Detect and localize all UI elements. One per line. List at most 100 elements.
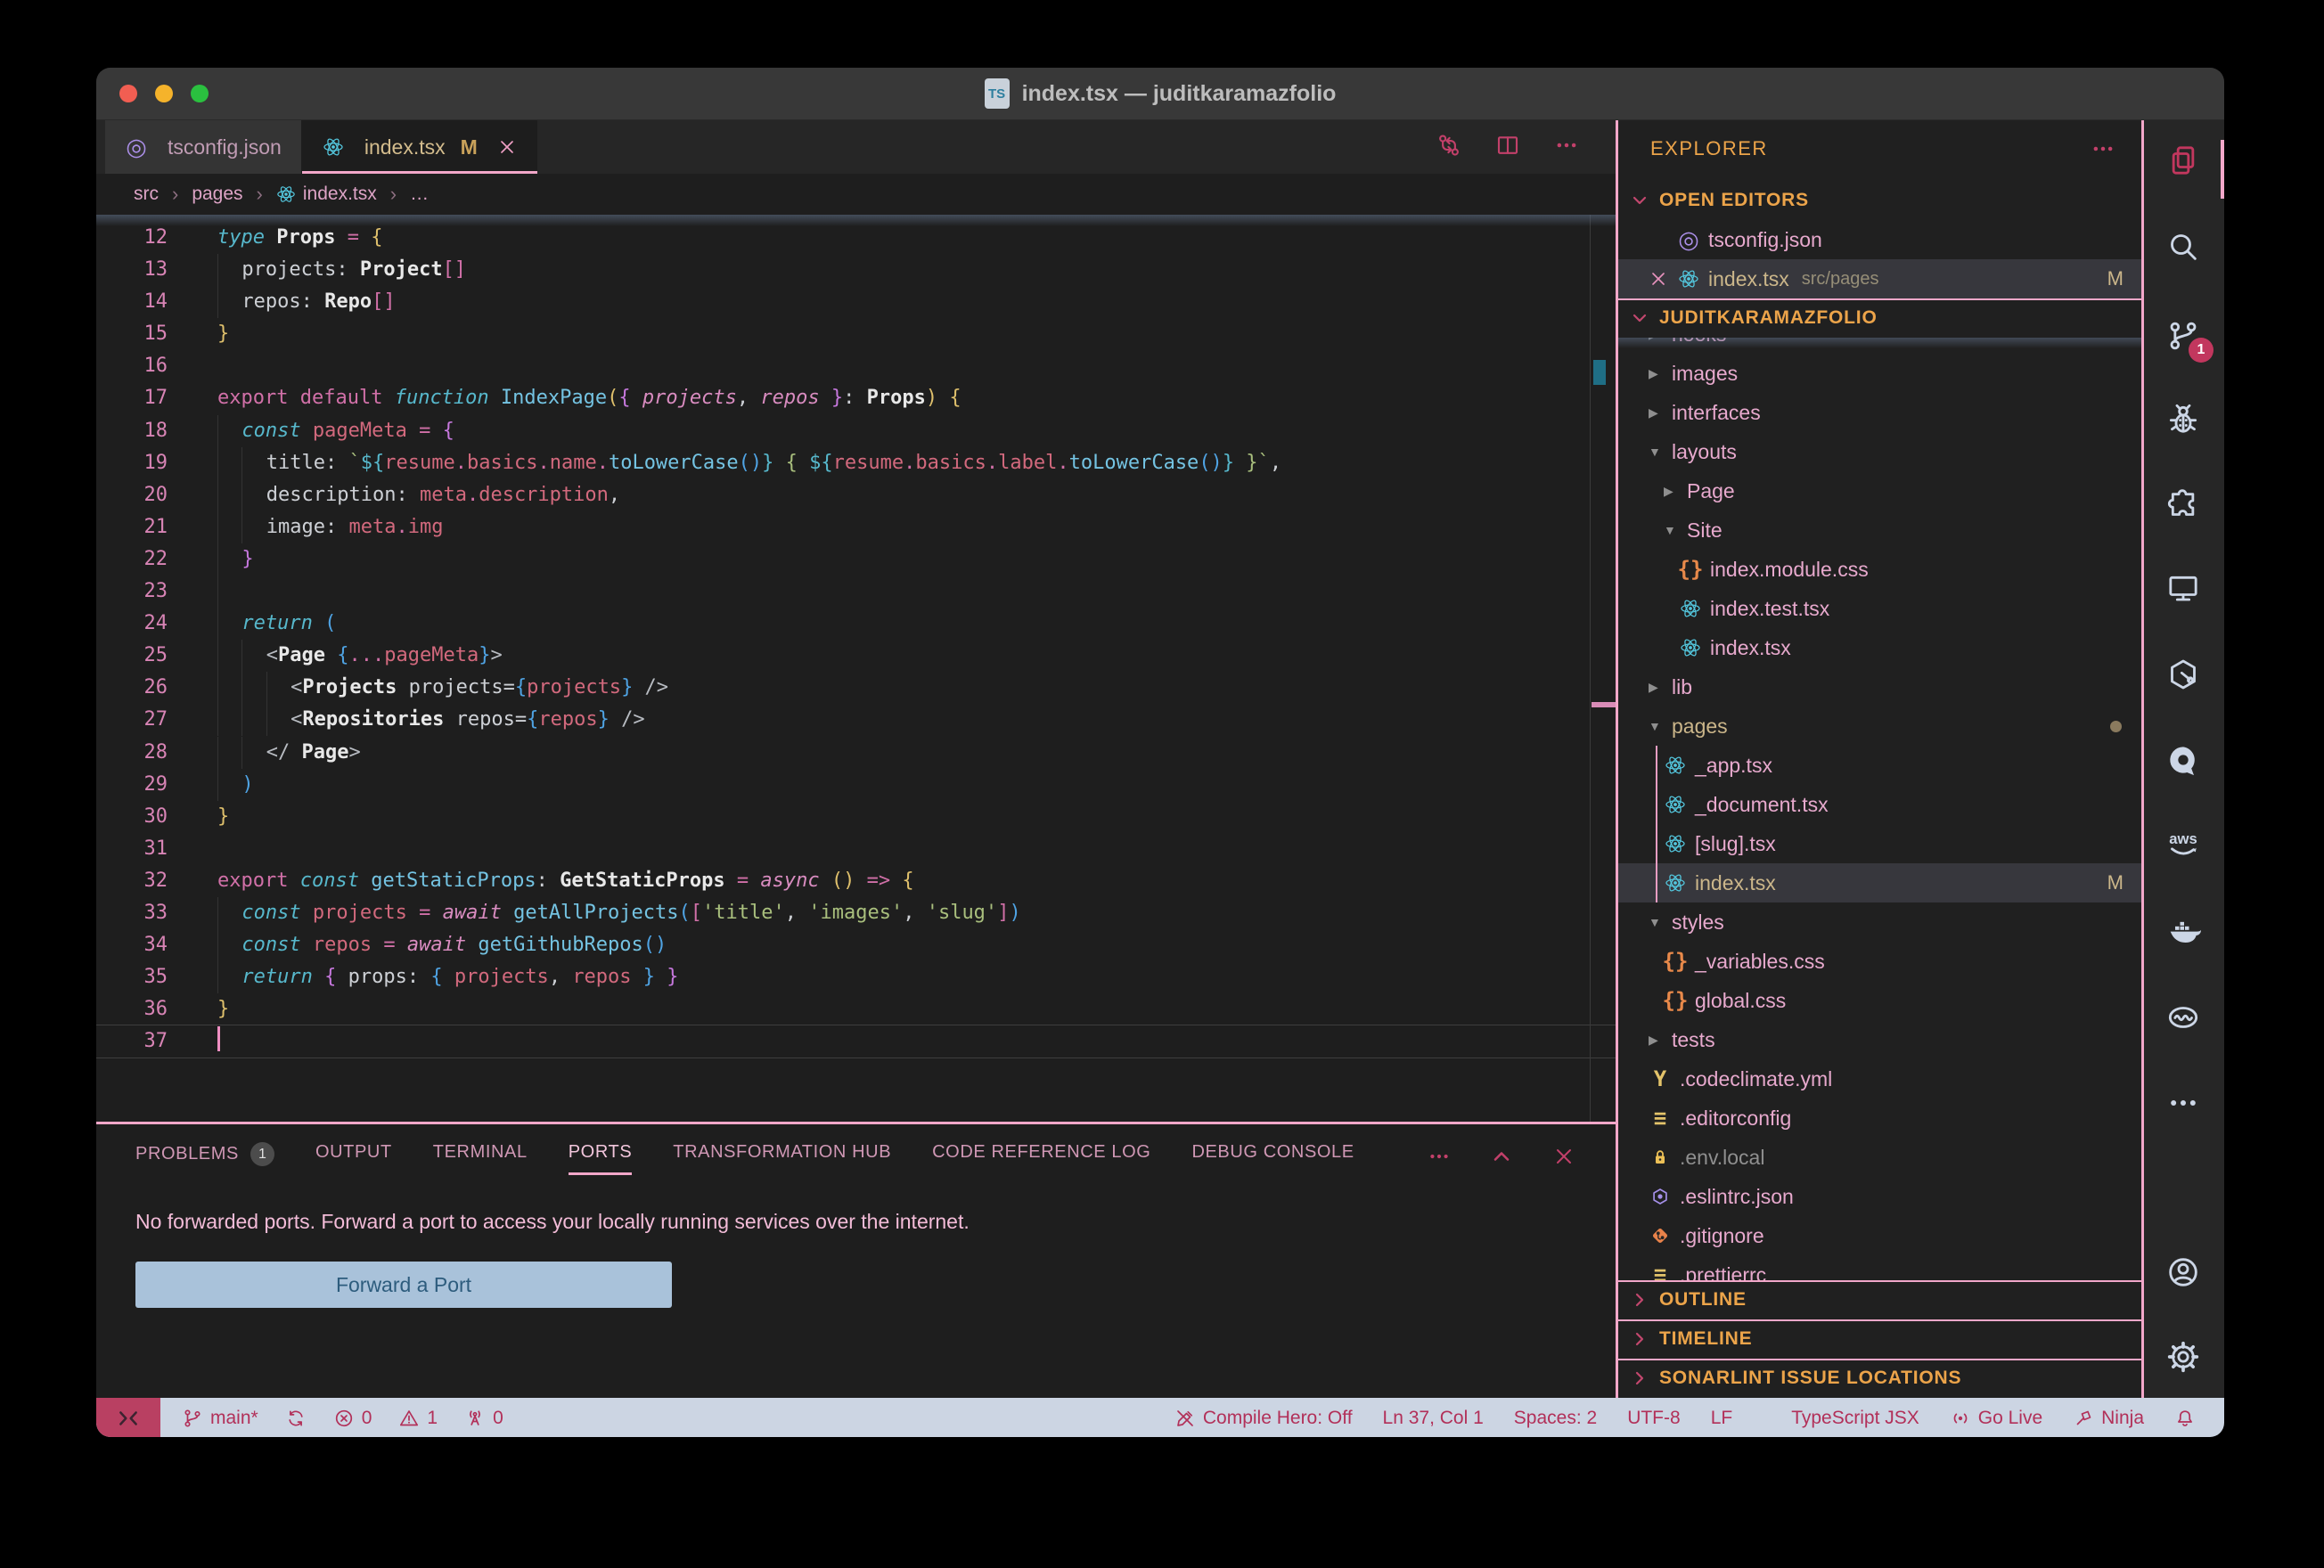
zoom-window-button[interactable] xyxy=(191,85,209,102)
tree-item-.codeclimate.yml[interactable]: Y .codeclimate.yml xyxy=(1618,1059,2141,1098)
activity-search[interactable] xyxy=(2165,229,2203,266)
tree-item-.eslintrc.json[interactable]: .eslintrc.json xyxy=(1618,1177,2141,1216)
tree-chevron-icon: ▶ xyxy=(1649,405,1672,421)
status-remote[interactable] xyxy=(96,1398,160,1437)
tree-item-pages[interactable]: ▼ pages xyxy=(1618,706,2141,746)
status-sync[interactable] xyxy=(285,1408,307,1429)
tree-item-interfaces[interactable]: ▶ interfaces xyxy=(1618,393,2141,432)
more-actions-button[interactable] xyxy=(1427,1144,1452,1173)
status-ninja[interactable]: Ninja xyxy=(2073,1408,2144,1429)
activity-hex-tool[interactable] xyxy=(2165,657,2203,694)
tree-item-_variables.css[interactable]: {} _variables.css xyxy=(1618,942,2141,981)
status-ports-status[interactable]: 0 xyxy=(464,1408,503,1429)
tree-item-styles[interactable]: ▼ styles xyxy=(1618,902,2141,942)
open-editor-tsconfig.json[interactable]: ◎ tsconfig.json xyxy=(1618,220,2141,259)
css-braces-icon: {} xyxy=(1679,558,1702,581)
tree-item-layouts[interactable]: ▼ layouts xyxy=(1618,432,2141,471)
code-editor[interactable]: 12type Props = { 13projects: Project[] 1… xyxy=(96,215,1616,1122)
line-number: 25 xyxy=(96,640,191,672)
section-outline[interactable]: OUTLINE xyxy=(1618,1280,2141,1319)
maximize-panel-button[interactable] xyxy=(1489,1144,1514,1173)
editor-group: ◎tsconfig.json index.tsx M src› pages› i… xyxy=(96,120,1616,1398)
breadcrumb-item[interactable]: … xyxy=(410,184,429,205)
activity-aws[interactable] xyxy=(2165,826,2203,863)
forward-a-port-button[interactable]: Forward a Port xyxy=(135,1262,672,1308)
tree-item-[slug].tsx[interactable]: [slug].tsx xyxy=(1618,824,2141,863)
code-line-37: 37 xyxy=(96,1025,1616,1058)
open-editor-index.tsx[interactable]: index.tsx src/pages M xyxy=(1618,259,2141,298)
section-sonarlint-issue-locations[interactable]: SONARLINT ISSUE LOCATIONS xyxy=(1618,1359,2141,1398)
split-editor-button[interactable] xyxy=(1494,132,1521,163)
close-editor-icon[interactable] xyxy=(1648,268,1669,290)
section-timeline[interactable]: TIMELINE xyxy=(1618,1319,2141,1359)
tree-item-images[interactable]: ▶ images xyxy=(1618,354,2141,393)
tree-item-lib[interactable]: ▶ lib xyxy=(1618,667,2141,706)
panel-tab-debug-console[interactable]: DEBUG CONSOLE xyxy=(1191,1142,1354,1175)
status-eol[interactable]: LF xyxy=(1711,1408,1733,1429)
tree-chevron-icon: ▶ xyxy=(1649,680,1672,695)
tree-item-Page[interactable]: ▶ Page xyxy=(1618,471,2141,510)
explorer-more-actions-icon[interactable] xyxy=(2090,135,2116,162)
breadcrumb-item[interactable]: index.tsx xyxy=(276,184,377,205)
tab-index.tsx[interactable]: index.tsx M xyxy=(302,120,537,174)
tree-item-index.tsx[interactable]: index.tsx xyxy=(1618,628,2141,667)
tree-item-.env.local[interactable]: .env.local xyxy=(1618,1138,2141,1177)
tree-item-index.test.tsx[interactable]: index.test.tsx xyxy=(1618,589,2141,628)
minimize-window-button[interactable] xyxy=(155,85,173,102)
activity-more-extensions[interactable] xyxy=(2165,1085,2203,1123)
split-editor-icon xyxy=(1494,132,1521,159)
tree-item-index.tsx[interactable]: index.tsx M xyxy=(1618,863,2141,902)
status-git-branch[interactable]: main* xyxy=(182,1408,258,1429)
panel-tab-problems[interactable]: PROBLEMS 1 xyxy=(135,1142,274,1179)
status-errors[interactable]: 0 xyxy=(333,1408,372,1429)
activity-remote-explorer[interactable] xyxy=(2165,570,2203,608)
panel-tab-output[interactable]: OUTPUT xyxy=(315,1142,392,1175)
css-braces-icon: {} xyxy=(1664,989,1687,1012)
open-changes-button[interactable] xyxy=(1436,132,1462,163)
panel-tab-transformation-hub[interactable]: TRANSFORMATION HUB xyxy=(673,1142,891,1175)
status-cursor-position[interactable]: Ln 37, Col 1 xyxy=(1383,1408,1484,1429)
close-panel-icon xyxy=(1551,1144,1576,1169)
tree-item-index.module.css[interactable]: {} index.module.css xyxy=(1618,550,2141,589)
status-notifications[interactable] xyxy=(2174,1408,2196,1429)
tree-item-global.css[interactable]: {} global.css xyxy=(1618,981,2141,1020)
activity-account[interactable] xyxy=(2165,1254,2203,1292)
activity-source-control[interactable]: 1 xyxy=(2165,318,2203,355)
status-compile-hero[interactable]: Compile Hero: Off xyxy=(1174,1408,1353,1429)
close-tab-icon[interactable] xyxy=(496,136,518,158)
activity-explorer[interactable] xyxy=(2165,143,2203,180)
status-language-mode[interactable]: TypeScript JSX xyxy=(1763,1408,1919,1429)
project-root-header[interactable]: JUDITKARAMAZFOLIO xyxy=(1618,298,2141,338)
activity-q-extension[interactable] xyxy=(2165,742,2203,780)
more-actions-button[interactable] xyxy=(1553,132,1580,163)
activity-docker[interactable] xyxy=(2165,913,2203,951)
status-bar: main* 0 1 0 Compile Hero: Off Ln 37, Col… xyxy=(96,1398,2224,1437)
tree-item-Site[interactable]: ▼ Site xyxy=(1618,510,2141,550)
status-go-live[interactable]: Go Live xyxy=(1950,1408,2042,1429)
status-indentation[interactable]: Spaces: 2 xyxy=(1514,1408,1597,1429)
tree-item-_app.tsx[interactable]: _app.tsx xyxy=(1618,746,2141,785)
tree-item-.gitignore[interactable]: .gitignore xyxy=(1618,1216,2141,1255)
panel-tab-code-reference-log[interactable]: CODE REFERENCE LOG xyxy=(932,1142,1150,1175)
breadcrumb-item[interactable]: pages xyxy=(192,184,242,205)
tree-item-_document.tsx[interactable]: _document.tsx xyxy=(1618,785,2141,824)
close-window-button[interactable] xyxy=(119,85,137,102)
status-encoding[interactable]: UTF-8 xyxy=(1627,1408,1681,1429)
breadcrumb-item[interactable]: src xyxy=(134,184,159,205)
code-line-33: 33const projects = await getAllProjects(… xyxy=(96,897,1616,929)
panel-tab-terminal[interactable]: TERMINAL xyxy=(433,1142,528,1175)
status-warnings[interactable]: 1 xyxy=(398,1408,438,1429)
activity-settings[interactable] xyxy=(2165,1339,2203,1376)
close-panel-button[interactable] xyxy=(1551,1144,1576,1173)
open-editors-header[interactable]: OPEN EDITORS xyxy=(1618,181,2141,220)
tab-tsconfig.json[interactable]: ◎tsconfig.json xyxy=(105,120,302,174)
activity-extensions[interactable] xyxy=(2165,486,2203,523)
panel-tab-ports[interactable]: PORTS xyxy=(569,1142,633,1175)
activity-wave-tool[interactable] xyxy=(2165,1000,2203,1037)
extensions-icon xyxy=(2165,486,2201,521)
line-number: 29 xyxy=(96,769,191,801)
tree-item-tests[interactable]: ▶ tests xyxy=(1618,1020,2141,1059)
tree-item-.editorconfig[interactable]: ≡ .editorconfig xyxy=(1618,1098,2141,1138)
tree-item-.prettierrc[interactable]: ≡ .prettierrc xyxy=(1618,1255,2141,1280)
activity-debug[interactable] xyxy=(2165,401,2203,438)
